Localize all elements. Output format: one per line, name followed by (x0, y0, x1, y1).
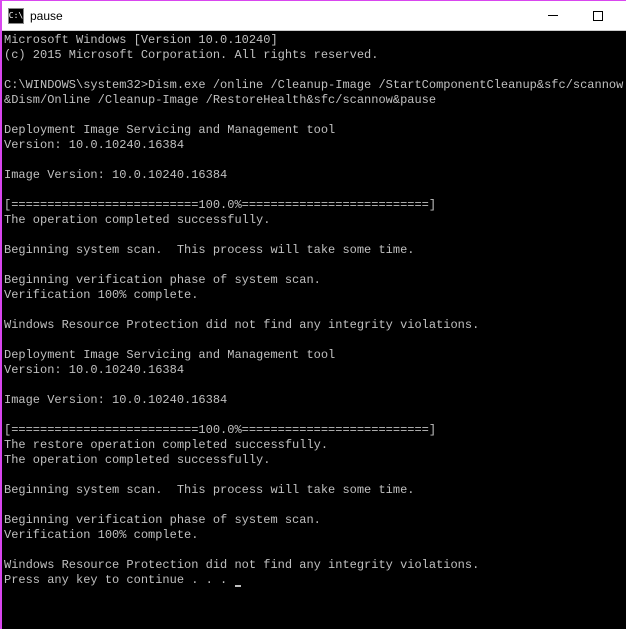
terminal-line: The operation completed successfully. (4, 453, 626, 468)
terminal-line: Image Version: 10.0.10240.16384 (4, 393, 626, 408)
terminal-line: Deployment Image Servicing and Managemen… (4, 123, 626, 138)
terminal-line: [==========================100.0%=======… (4, 198, 626, 213)
window-title: pause (30, 9, 530, 23)
terminal-line (4, 258, 626, 273)
terminal-line: Version: 10.0.10240.16384 (4, 138, 626, 153)
terminal-line: Beginning system scan. This process will… (4, 483, 626, 498)
terminal-line: (c) 2015 Microsoft Corporation. All righ… (4, 48, 626, 63)
window: C:\ pause Microsoft Windows [Version 10.… (2, 1, 626, 629)
terminal-line: Beginning verification phase of system s… (4, 273, 626, 288)
terminal-line: Microsoft Windows [Version 10.0.10240] (4, 33, 626, 48)
minimize-button[interactable] (530, 2, 575, 30)
terminal-line (4, 408, 626, 423)
maximize-button[interactable] (575, 2, 620, 30)
terminal-line (4, 333, 626, 348)
terminal-line: Press any key to continue . . . (4, 573, 626, 588)
titlebar[interactable]: C:\ pause (2, 1, 626, 31)
cursor (235, 585, 241, 587)
terminal-line (4, 228, 626, 243)
terminal-line: Verification 100% complete. (4, 528, 626, 543)
terminal-line: Beginning system scan. This process will… (4, 243, 626, 258)
terminal-line: Windows Resource Protection did not find… (4, 318, 626, 333)
terminal-line (4, 543, 626, 558)
terminal-line: Image Version: 10.0.10240.16384 (4, 168, 626, 183)
terminal-line (4, 498, 626, 513)
terminal-line (4, 378, 626, 393)
terminal-line: The operation completed successfully. (4, 213, 626, 228)
terminal-output[interactable]: Microsoft Windows [Version 10.0.10240](c… (2, 31, 626, 629)
terminal-line (4, 63, 626, 78)
window-controls (530, 2, 620, 30)
terminal-line: The restore operation completed successf… (4, 438, 626, 453)
terminal-line: Windows Resource Protection did not find… (4, 558, 626, 573)
terminal-line (4, 108, 626, 123)
terminal-line: Version: 10.0.10240.16384 (4, 363, 626, 378)
terminal-line (4, 153, 626, 168)
terminal-line: Verification 100% complete. (4, 288, 626, 303)
cmd-icon: C:\ (8, 8, 24, 24)
minimize-icon (548, 15, 558, 16)
terminal-line: [==========================100.0%=======… (4, 423, 626, 438)
terminal-line: Beginning verification phase of system s… (4, 513, 626, 528)
terminal-line (4, 303, 626, 318)
terminal-line: C:\WINDOWS\system32>Dism.exe /online /Cl… (4, 78, 626, 108)
terminal-line: Deployment Image Servicing and Managemen… (4, 348, 626, 363)
maximize-icon (593, 11, 603, 21)
terminal-line (4, 468, 626, 483)
terminal-line (4, 183, 626, 198)
